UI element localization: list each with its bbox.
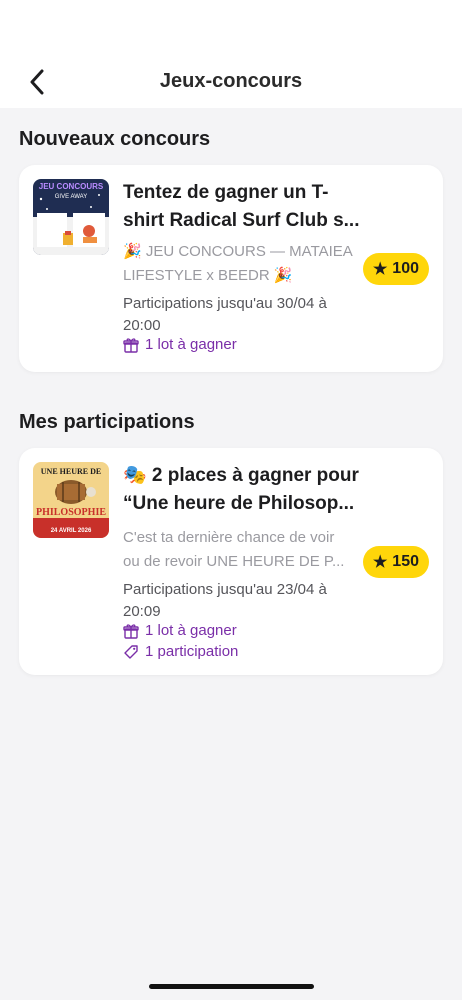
contest-title: Tentez de gagner un T- shirt Radical Sur… (123, 179, 373, 235)
contest-description-line: C'est ta dernière chance de voir (123, 529, 335, 546)
contest-description-line: ou de revoir UNE HEURE DE P... (123, 553, 345, 570)
gift-icon (123, 337, 139, 353)
contest-title: 🎭 2 places à gagner pour “Une heure de P… (123, 462, 373, 518)
contest-description-line: 🎉 JEU CONCOURS — MATAIEA (123, 243, 353, 260)
top-bar: Jeux-concours (0, 0, 462, 108)
contest-title-line: Tentez de gagner un T- (123, 182, 329, 203)
contest-title-line: 🎭 2 places à gagner pour (123, 465, 359, 486)
thumbnail-text: UNE HEURE DE (41, 467, 101, 476)
page-title: Jeux-concours (159, 70, 303, 92)
points-badge: ★ 150 (362, 546, 429, 578)
contest-description: 🎉 JEU CONCOURS — MATAIEA LIFESTYLE x BEE… (123, 240, 363, 288)
points-value: 150 (392, 553, 419, 570)
prize-count: 1 lot à gagner (123, 622, 237, 639)
points-badge: ★ 100 (362, 253, 429, 285)
star-icon: ★ (372, 261, 388, 278)
prize-count-label: 1 lot à gagner (145, 622, 237, 639)
contest-deadline: Participations jusqu'au 30/04 à 20:00 (123, 295, 327, 334)
contest-card[interactable]: JEU CONCOURS GIVE AWAY Tentez de gagner … (19, 165, 443, 372)
contest-thumbnail: UNE HEURE DE PHILOSOPHIE 24 AVRIL 2026 (33, 462, 109, 538)
participation-count-label: 1 participation (145, 643, 239, 660)
participation-count: 1 participation (123, 643, 238, 660)
contest-deadline: Participations jusqu'au 23/04 à 20:09 (123, 581, 327, 620)
prize-count-label: 1 lot à gagner (145, 336, 237, 353)
contest-description-line: LIFESTYLE x BEEDR 🎉 (123, 267, 293, 284)
ticket-icon (124, 644, 138, 659)
home-indicator (149, 984, 314, 989)
contest-card[interactable]: UNE HEURE DE PHILOSOPHIE 24 AVRIL 2026 🎭… (19, 448, 443, 675)
thumbnail-text: JEU CONCOURS (39, 182, 104, 191)
thumbnail-subtext: GIVE AWAY (55, 194, 87, 200)
thumbnail-date: 24 AVRIL 2026 (51, 528, 92, 534)
section-title-new: Nouveaux concours (19, 128, 211, 150)
contest-thumbnail: JEU CONCOURS GIVE AWAY (33, 179, 109, 255)
star-icon: ★ (372, 554, 388, 571)
contest-description: C'est ta dernière chance de voir ou de r… (123, 526, 363, 574)
section-title-mine: Mes participations (19, 411, 195, 433)
points-value: 100 (392, 260, 419, 277)
contest-title-line: “Une heure de Philosop... (123, 493, 355, 514)
thumbnail-title: PHILOSOPHIE (36, 507, 106, 518)
contest-title-line: shirt Radical Surf Club s... (123, 210, 360, 231)
prize-count: 1 lot à gagner (123, 336, 237, 353)
gift-icon (123, 623, 139, 639)
